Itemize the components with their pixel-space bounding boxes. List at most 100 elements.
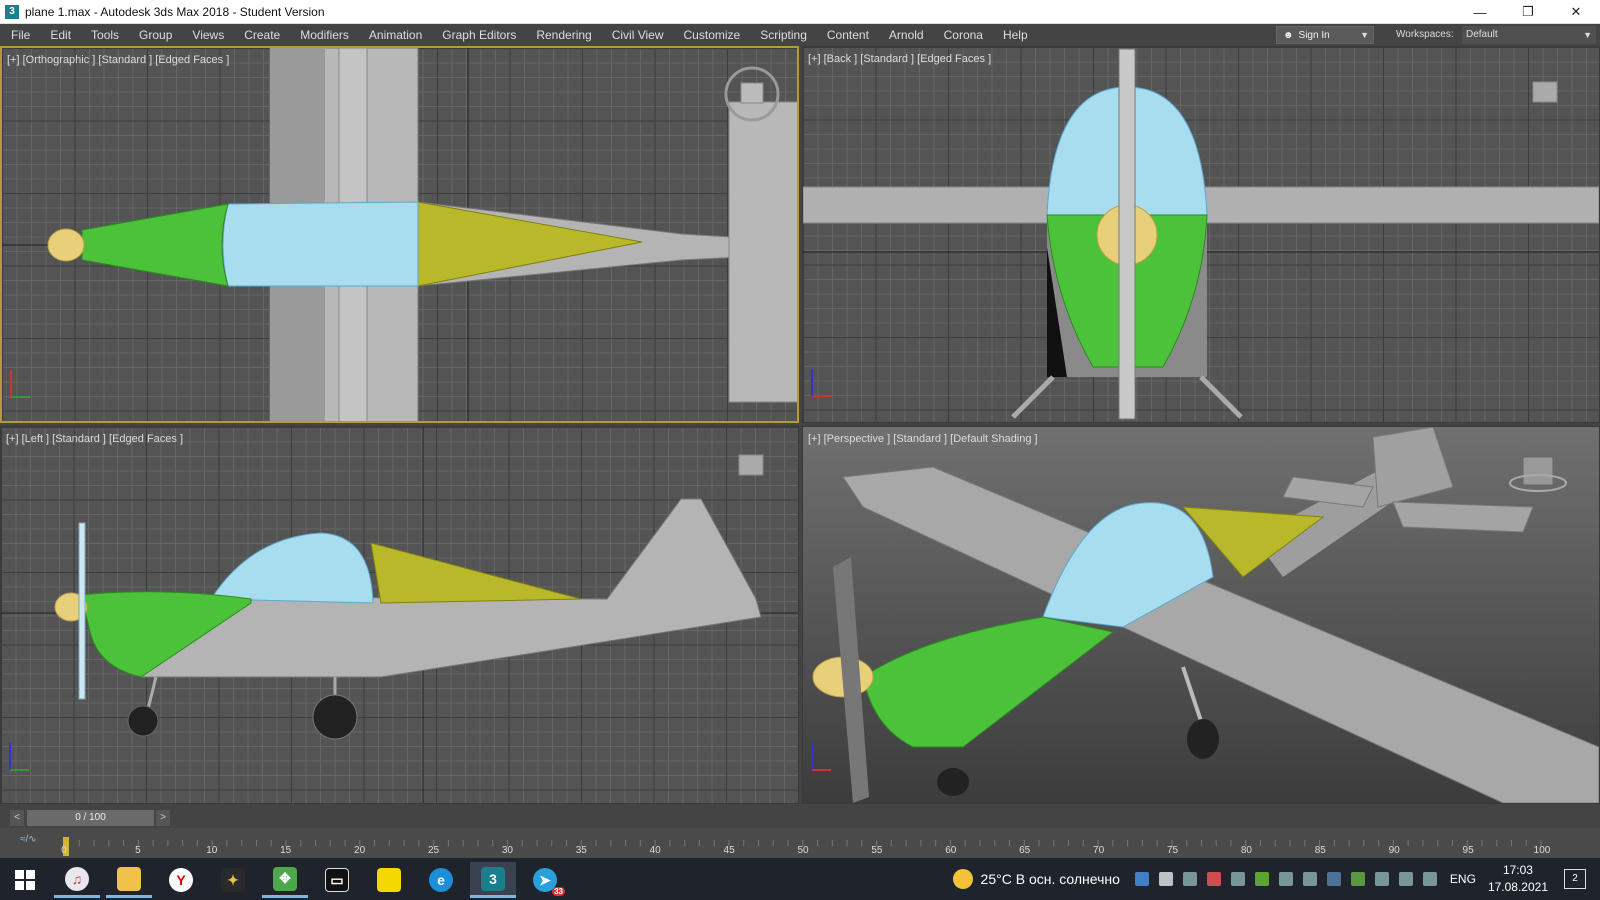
- close-icon[interactable]: ✕: [1552, 0, 1600, 24]
- axis-tripod-icon: [9, 743, 29, 771]
- menu-scripting[interactable]: Scripting: [750, 24, 817, 46]
- bird-icon: ✦: [221, 868, 245, 892]
- start-button[interactable]: [2, 862, 48, 898]
- viewport-perspective[interactable]: [+] [Perspective ] [Standard ] [Default …: [802, 426, 1600, 804]
- steam-icon[interactable]: [1326, 872, 1341, 886]
- user-icon: ☻: [1283, 29, 1294, 41]
- restore-icon[interactable]: ❐: [1504, 0, 1552, 24]
- axis-tripod-icon: [10, 370, 30, 398]
- sync-icon[interactable]: [1302, 872, 1317, 886]
- menu-arnold[interactable]: Arnold: [879, 24, 934, 46]
- frame-tick-label: 20: [354, 845, 366, 856]
- system-tray: 25°C В осн. солнечно ENG 17:03 17.08.202…: [952, 858, 1600, 900]
- telegram-badge: 33: [552, 887, 565, 896]
- plane-top-view: [2, 48, 797, 421]
- taskbar-edge[interactable]: e: [418, 862, 464, 898]
- frame-tick-label: 0: [61, 845, 67, 856]
- viewport-label[interactable]: [+] [Orthographic ] [Standard ] [Edged F…: [7, 54, 229, 66]
- frame-slider[interactable]: 0 / 100: [27, 810, 154, 826]
- workspace-value: Default: [1466, 29, 1498, 40]
- menu-edit[interactable]: Edit: [40, 24, 81, 46]
- menu-graph-editors[interactable]: Graph Editors: [432, 24, 526, 46]
- windows-taskbar: ♫ Y ✦ ✥ ▭ e 3 ➤ 33 25°C В осн. солнечно …: [0, 858, 1600, 900]
- frame-tick-label: 65: [1019, 845, 1031, 856]
- menu-file[interactable]: File: [0, 24, 40, 46]
- taskbar-app-bird[interactable]: ✦: [210, 862, 256, 898]
- menu-corona[interactable]: Corona: [934, 24, 993, 46]
- reader-tray-icon[interactable]: [1278, 872, 1293, 886]
- yandex-icon: Y: [169, 868, 193, 892]
- frame-tick-label: 30: [501, 845, 513, 856]
- frame-tick-label: 5: [135, 845, 141, 856]
- app-icon: ✥: [273, 866, 297, 891]
- taskbar-telegram[interactable]: ➤ 33: [522, 862, 568, 898]
- menu-help[interactable]: Help: [993, 24, 1038, 46]
- previous-frame-button[interactable]: <: [10, 810, 24, 826]
- language-indicator[interactable]: ENG: [1450, 872, 1476, 886]
- menu-group[interactable]: Group: [129, 24, 182, 46]
- browser-tray-icon[interactable]: [1206, 872, 1221, 886]
- frame-tick-label: 10: [206, 845, 218, 856]
- frame-tick-label: 70: [1093, 845, 1105, 856]
- menu-tools[interactable]: Tools: [81, 24, 129, 46]
- minecraft-icon[interactable]: [1350, 872, 1365, 886]
- yandex-tray-icon[interactable]: [1158, 872, 1173, 886]
- sticky-note-icon: [377, 868, 401, 892]
- volume-muted-icon[interactable]: [1398, 872, 1413, 886]
- viewport-label[interactable]: [+] [Perspective ] [Standard ] [Default …: [808, 433, 1038, 445]
- frame-tick-label: 90: [1388, 845, 1400, 856]
- viewcube-icon[interactable]: [724, 64, 780, 120]
- viewport-left[interactable]: [+] [Left ] [Standard ] [Edged Faces ]: [0, 426, 799, 804]
- taskbar-itunes[interactable]: ♫: [54, 862, 100, 898]
- menu-animation[interactable]: Animation: [359, 24, 432, 46]
- viewcube-icon[interactable]: [1525, 73, 1565, 113]
- taskbar-file-explorer[interactable]: [106, 862, 152, 898]
- plane-perspective-view: [812, 427, 1599, 803]
- plane-back-view: [803, 48, 1599, 420]
- taskbar-app-green[interactable]: ✥: [262, 862, 308, 898]
- menu-create[interactable]: Create: [234, 24, 290, 46]
- viewport-orthographic[interactable]: [+] [Orthographic ] [Standard ] [Edged F…: [0, 46, 799, 423]
- frame-tick-label: 55: [871, 845, 883, 856]
- menu-rendering[interactable]: Rendering: [526, 24, 601, 46]
- keyboard-icon[interactable]: [1230, 872, 1245, 886]
- camera-icon[interactable]: [1182, 872, 1197, 886]
- viewport-label[interactable]: [+] [Back ] [Standard ] [Edged Faces ]: [808, 53, 991, 65]
- nvidia-icon[interactable]: [1254, 872, 1269, 886]
- workspace-select[interactable]: Default ▼: [1462, 26, 1596, 44]
- viewcube-icon[interactable]: [731, 447, 771, 487]
- taskbar-3dsmax[interactable]: 3: [470, 862, 516, 898]
- frame-tick-label: 85: [1314, 845, 1326, 856]
- weather-icon[interactable]: [952, 869, 973, 889]
- minimize-icon[interactable]: —: [1456, 0, 1504, 24]
- frame-tick-label: 95: [1462, 845, 1474, 856]
- curve-editor-icon[interactable]: ≈/∿: [20, 834, 37, 845]
- title-bar: 3 plane 1.max - Autodesk 3ds Max 2018 - …: [0, 0, 1600, 24]
- viewport-label[interactable]: [+] [Left ] [Standard ] [Edged Faces ]: [6, 433, 183, 445]
- viewcube-icon[interactable]: [1509, 449, 1565, 499]
- notification-center-icon[interactable]: 2: [1564, 869, 1586, 889]
- taskbar-reader[interactable]: ▭: [314, 862, 360, 898]
- sign-in-dropdown[interactable]: ☻ Sign In ▼: [1276, 26, 1374, 44]
- track-bar[interactable]: ≈/∿ 0 5 10 15 20 25 30 35 40 45 50 55 60 65 70 75 80 85 90…: [0, 828, 1600, 858]
- workspaces-label: Workspaces:: [1396, 29, 1454, 40]
- battery-icon[interactable]: [1422, 872, 1437, 886]
- frame-tick-label: 80: [1240, 845, 1252, 856]
- clock-date: 17.08.2021: [1487, 880, 1548, 894]
- menu-civil-view[interactable]: Civil View: [602, 24, 674, 46]
- viewport-back[interactable]: [+] [Back ] [Standard ] [Edged Faces ]: [802, 46, 1600, 423]
- 3dsmax-app-icon[interactable]: 3: [5, 4, 19, 19]
- clock[interactable]: 17:03 17.08.2021: [1488, 862, 1548, 896]
- menu-modifiers[interactable]: Modifiers: [290, 24, 359, 46]
- menu-views[interactable]: Views: [182, 24, 234, 46]
- bluetooth-icon[interactable]: [1134, 872, 1149, 886]
- weather-text[interactable]: 25°C В осн. солнечно: [981, 871, 1120, 887]
- taskbar-sticky-notes[interactable]: [366, 862, 412, 898]
- menu-customize[interactable]: Customize: [674, 24, 751, 46]
- frame-tick-label: 15: [280, 845, 292, 856]
- menu-content[interactable]: Content: [817, 24, 879, 46]
- next-frame-button[interactable]: >: [156, 810, 170, 826]
- windows-icon: [15, 870, 35, 890]
- network-icon[interactable]: [1374, 872, 1389, 886]
- taskbar-yandex-browser[interactable]: Y: [158, 862, 204, 898]
